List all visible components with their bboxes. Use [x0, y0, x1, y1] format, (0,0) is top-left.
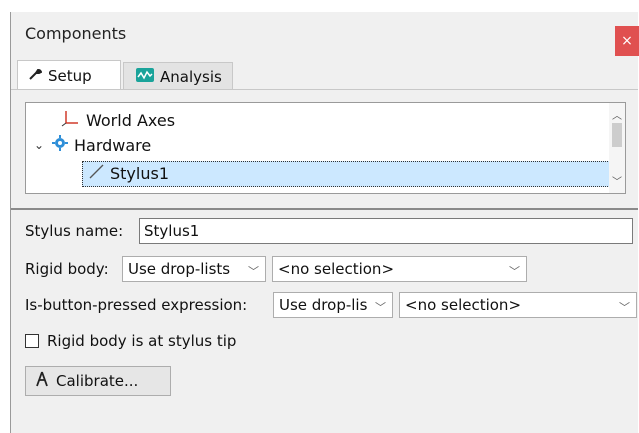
scroll-up-icon[interactable]: ︿: [609, 107, 625, 122]
title-bar: Components ×: [11, 12, 639, 56]
button-expression-mode-dropdown[interactable]: Use drop-lis ﹀: [273, 292, 393, 318]
analysis-icon: [136, 67, 154, 86]
button-expression-selection-dropdown[interactable]: <no selection> ﹀: [399, 292, 637, 318]
rigid-body-selection-dropdown[interactable]: <no selection> ﹀: [272, 256, 527, 282]
stylus-tip-checkbox[interactable]: [25, 334, 39, 348]
rigid-body-mode-value: Use drop-lists: [128, 260, 231, 278]
rigid-body-selection-value: <no selection>: [278, 260, 395, 278]
tab-analysis[interactable]: Analysis: [123, 62, 233, 90]
stylus-icon: [88, 163, 104, 183]
chevron-down-icon: ﹀: [248, 265, 259, 278]
scroll-thumb[interactable]: [612, 123, 622, 147]
components-panel: Components × Setup Analysis World Axes ⌄…: [10, 12, 639, 433]
tree-scrollbar[interactable]: ︿ ﹀: [609, 102, 626, 194]
wrench-icon: [28, 67, 43, 85]
tree-item-hardware[interactable]: ⌄ Hardware: [32, 135, 151, 155]
button-expression-label: Is-button-pressed expression:: [25, 296, 248, 314]
tab-setup[interactable]: Setup: [17, 60, 121, 90]
properties-form: Stylus name: Stylus1 Rigid body: Use dro…: [11, 210, 638, 433]
close-button[interactable]: ×: [615, 26, 639, 56]
chevron-down-icon: ﹀: [509, 265, 520, 278]
stylus-name-value: Stylus1: [144, 222, 200, 240]
chevron-down-icon: ﹀: [619, 301, 630, 314]
rigid-body-label: Rigid body:: [25, 260, 109, 278]
tree-item-world-axes[interactable]: World Axes: [60, 109, 175, 131]
chevron-down-icon[interactable]: ⌄: [32, 138, 46, 152]
panel-title: Components: [25, 24, 127, 43]
tab-bar: Setup Analysis: [11, 56, 638, 90]
calibrate-button[interactable]: Calibrate...: [25, 366, 171, 396]
stylus-name-label: Stylus name:: [25, 222, 124, 240]
caliper-icon: [36, 371, 48, 391]
close-icon: ×: [621, 33, 633, 49]
tree-item-stylus1[interactable]: Stylus1: [88, 163, 169, 183]
tree-item-label: Stylus1: [110, 163, 169, 183]
calibrate-button-label: Calibrate...: [56, 372, 139, 390]
stylus-tip-checkbox-label[interactable]: Rigid body is at stylus tip: [47, 332, 236, 350]
gear-icon: [52, 135, 68, 155]
tab-analysis-label: Analysis: [160, 67, 222, 86]
tree-item-label: Hardware: [74, 135, 152, 155]
chevron-down-icon: ﹀: [375, 301, 386, 314]
component-tree[interactable]: World Axes ⌄ Hardware Stylus1: [25, 102, 611, 194]
button-expression-mode-value: Use drop-lis: [279, 296, 368, 314]
rigid-body-mode-dropdown[interactable]: Use drop-lists ﹀: [122, 256, 266, 282]
tree-area: World Axes ⌄ Hardware Stylus1 ︿ ﹀: [11, 90, 638, 208]
tree-item-label: World Axes: [86, 110, 176, 130]
scroll-down-icon[interactable]: ﹀: [609, 173, 625, 188]
axes-icon: [60, 109, 80, 131]
button-expression-selection-value: <no selection>: [405, 296, 522, 314]
tab-setup-label: Setup: [48, 66, 92, 85]
stylus-name-field[interactable]: Stylus1: [139, 218, 633, 244]
